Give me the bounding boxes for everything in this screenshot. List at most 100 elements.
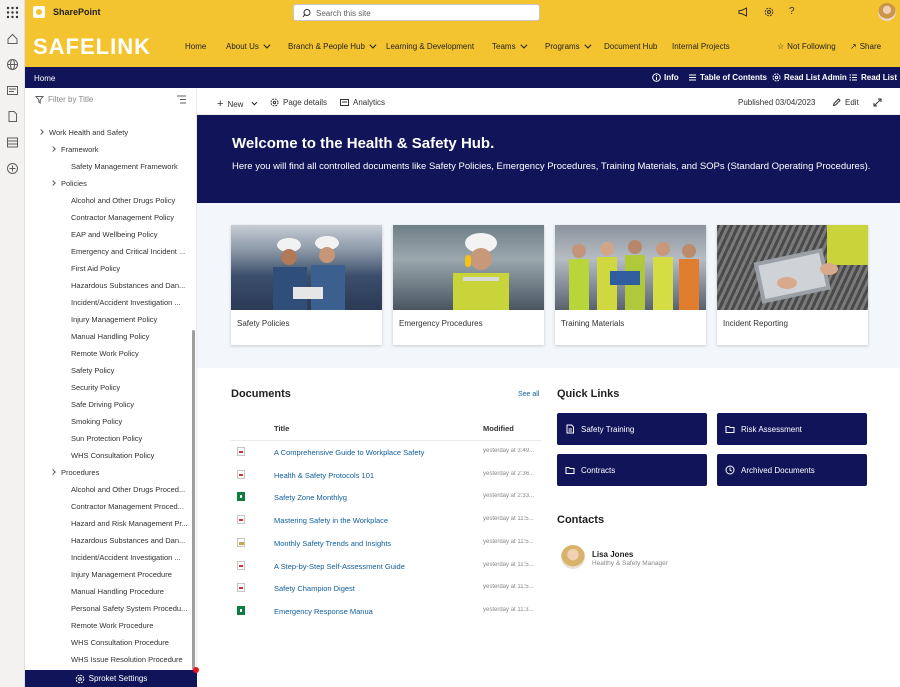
chevron-right-icon[interactable] xyxy=(50,146,56,152)
tree-item[interactable]: Security Policy xyxy=(71,383,196,392)
tree-item[interactable]: Injury Management Policy xyxy=(71,315,196,324)
page-details-button[interactable]: Page details xyxy=(270,98,327,107)
tree-item[interactable]: Safety Policy xyxy=(71,366,196,375)
tree-item[interactable]: Smoking Policy xyxy=(71,417,196,426)
tree-item[interactable]: Emergency and Critical Incident ... xyxy=(71,247,196,256)
tile-training-materials[interactable]: Training Materials xyxy=(555,225,706,345)
quick-link-safety-training[interactable]: Safety Training xyxy=(557,413,707,445)
help-icon[interactable]: ? xyxy=(789,6,801,18)
document-name[interactable]: Safety Zone Monthlyg xyxy=(274,493,347,502)
news-icon[interactable] xyxy=(6,84,19,97)
tree-item[interactable]: Framework xyxy=(61,145,196,154)
add-icon[interactable] xyxy=(6,162,19,175)
nav-document-hub[interactable]: Document Hub xyxy=(604,42,657,51)
document-row[interactable]: Emergency Response Manua yesterday at 11:… xyxy=(231,600,541,622)
column-header-title[interactable]: Title xyxy=(274,424,289,433)
tree-item[interactable]: Hazardous Substances and Dan... xyxy=(71,536,196,545)
contact-name[interactable]: Lisa Jones xyxy=(592,550,633,559)
tree-item[interactable]: Remote Work Procedure xyxy=(71,621,196,630)
tile-emergency-procedures[interactable]: Emergency Procedures xyxy=(393,225,544,345)
tree-item[interactable]: Safe Driving Policy xyxy=(71,400,196,409)
chevron-right-icon[interactable] xyxy=(38,129,44,135)
tree-options-icon[interactable] xyxy=(177,95,187,104)
read-list-button[interactable]: Read List xyxy=(849,73,897,82)
tree-item[interactable]: WHS Consultation Policy xyxy=(71,451,196,460)
tree-item[interactable]: Contractor Management Proced... xyxy=(71,502,196,511)
nav-branch-people-hub[interactable]: Branch & People Hub xyxy=(288,41,377,51)
tree-item[interactable]: Hazard and Risk Management Pr... xyxy=(71,519,196,528)
tree-item[interactable]: Safety Management Framework xyxy=(71,162,196,171)
quick-link-archived-documents[interactable]: Archived Documents xyxy=(717,454,867,486)
app-name[interactable]: SharePoint xyxy=(53,7,101,17)
document-name[interactable]: Mastering Safety in the Workplace xyxy=(274,516,388,525)
document-name[interactable]: Health & Safety Protocols 101 xyxy=(274,471,374,480)
tree-item[interactable]: EAP and Wellbeing Policy xyxy=(71,230,196,239)
document-name[interactable]: Monthly Safety Trends and Insights xyxy=(274,539,391,548)
quick-link-risk-assessment[interactable]: Risk Assessment xyxy=(717,413,867,445)
document-row[interactable]: Safety Champion Digest yesterday at 11:5.… xyxy=(231,577,541,599)
filter-input[interactable]: Filter by Title xyxy=(35,95,93,104)
analytics-button[interactable]: Analytics xyxy=(340,98,385,107)
tree-item[interactable]: Injury Management Procedure xyxy=(71,570,196,579)
globe-icon[interactable] xyxy=(6,58,19,71)
document-row[interactable]: Monthly Safety Trends and Insights yester… xyxy=(231,532,541,554)
tree-item[interactable]: WHS Consultation Procedure xyxy=(71,638,196,647)
nav-programs[interactable]: Programs xyxy=(545,41,592,51)
tile-safety-policies[interactable]: Safety Policies xyxy=(231,225,382,345)
tree-item[interactable]: Hazardous Substances and Dan... xyxy=(71,281,196,290)
nav-about-us[interactable]: About Us xyxy=(226,41,271,51)
nav-internal-projects[interactable]: Internal Projects xyxy=(672,42,730,51)
read-list-admin-button[interactable]: Read List Admin xyxy=(772,73,847,82)
chevron-right-icon[interactable] xyxy=(50,469,56,475)
column-header-modified[interactable]: Modified xyxy=(483,424,514,433)
contact-avatar[interactable] xyxy=(561,545,585,569)
tree-item[interactable]: Procedures xyxy=(61,468,196,477)
tree-item[interactable]: Manual Handling Procedure xyxy=(71,587,196,596)
tree-item[interactable]: Sun Protection Policy xyxy=(71,434,196,443)
site-logo[interactable]: SAFELINK xyxy=(33,34,151,60)
tree-item[interactable]: First Aid Policy xyxy=(71,264,196,273)
tree-item[interactable]: Contractor Management Policy xyxy=(71,213,196,222)
tree-item[interactable]: Incident/Accident Investigation ... xyxy=(71,553,196,562)
document-row[interactable]: Safety Zone Monthlyg yesterday at 2:33... xyxy=(231,486,541,508)
sprocket-settings-button[interactable]: Sproket Settings xyxy=(25,670,197,687)
quick-link-contracts[interactable]: Contracts xyxy=(557,454,707,486)
tree-item[interactable]: Work Health and Safety xyxy=(49,128,196,137)
document-name[interactable]: Emergency Response Manua xyxy=(274,607,373,616)
tree-item[interactable]: Remote Work Policy xyxy=(71,349,196,358)
megaphone-icon[interactable] xyxy=(737,6,749,18)
document-name[interactable]: Safety Champion Digest xyxy=(274,584,355,593)
chevron-right-icon[interactable] xyxy=(50,180,56,186)
document-name[interactable]: A Comprehensive Guide to Workplace Safet… xyxy=(274,448,424,457)
follow-button[interactable]: ☆ Not Following xyxy=(777,42,836,51)
tree-item[interactable]: Alcohol and Other Drugs Policy xyxy=(71,196,196,205)
table-of-contents-button[interactable]: Table of Contents xyxy=(688,73,767,82)
nav-learning-development[interactable]: Learning & Development xyxy=(386,42,474,51)
see-all-link[interactable]: See all xyxy=(518,391,539,398)
tile-incident-reporting[interactable]: Incident Reporting xyxy=(717,225,868,345)
edit-button[interactable]: Edit xyxy=(832,98,859,107)
document-row[interactable]: A Step-by-Step Self-Assessment Guide yest… xyxy=(231,555,541,577)
gear-icon[interactable] xyxy=(763,6,775,18)
search-box[interactable]: Search this site xyxy=(293,4,540,21)
share-button[interactable]: ↗ Share xyxy=(850,42,881,51)
nav-home[interactable]: Home xyxy=(185,42,206,51)
nav-teams[interactable]: Teams xyxy=(492,41,528,51)
tree-item[interactable]: Policies xyxy=(61,179,196,188)
tree-item[interactable]: Alcohol and Other Drugs Proced... xyxy=(71,485,196,494)
document-row[interactable]: Mastering Safety in the Workplace yesterd… xyxy=(231,509,541,531)
expand-icon[interactable] xyxy=(873,98,882,107)
document-row[interactable]: Health & Safety Protocols 101 yesterday a… xyxy=(231,464,541,486)
user-avatar[interactable] xyxy=(878,3,896,21)
tree-item[interactable]: WHS Issue Resolution Procedure xyxy=(71,655,196,664)
app-launcher-icon[interactable] xyxy=(6,6,19,19)
info-button[interactable]: Info xyxy=(652,73,679,82)
document-name[interactable]: A Step-by-Step Self-Assessment Guide xyxy=(274,562,405,571)
breadcrumb-home[interactable]: Home xyxy=(34,74,55,83)
home-icon[interactable] xyxy=(6,32,19,45)
document-icon[interactable] xyxy=(6,110,19,123)
list-icon[interactable] xyxy=(6,136,19,149)
tree-scrollbar[interactable] xyxy=(192,330,195,670)
document-row[interactable]: A Comprehensive Guide to Workplace Safet… xyxy=(231,441,541,463)
tree-item[interactable]: Manual Handling Policy xyxy=(71,332,196,341)
